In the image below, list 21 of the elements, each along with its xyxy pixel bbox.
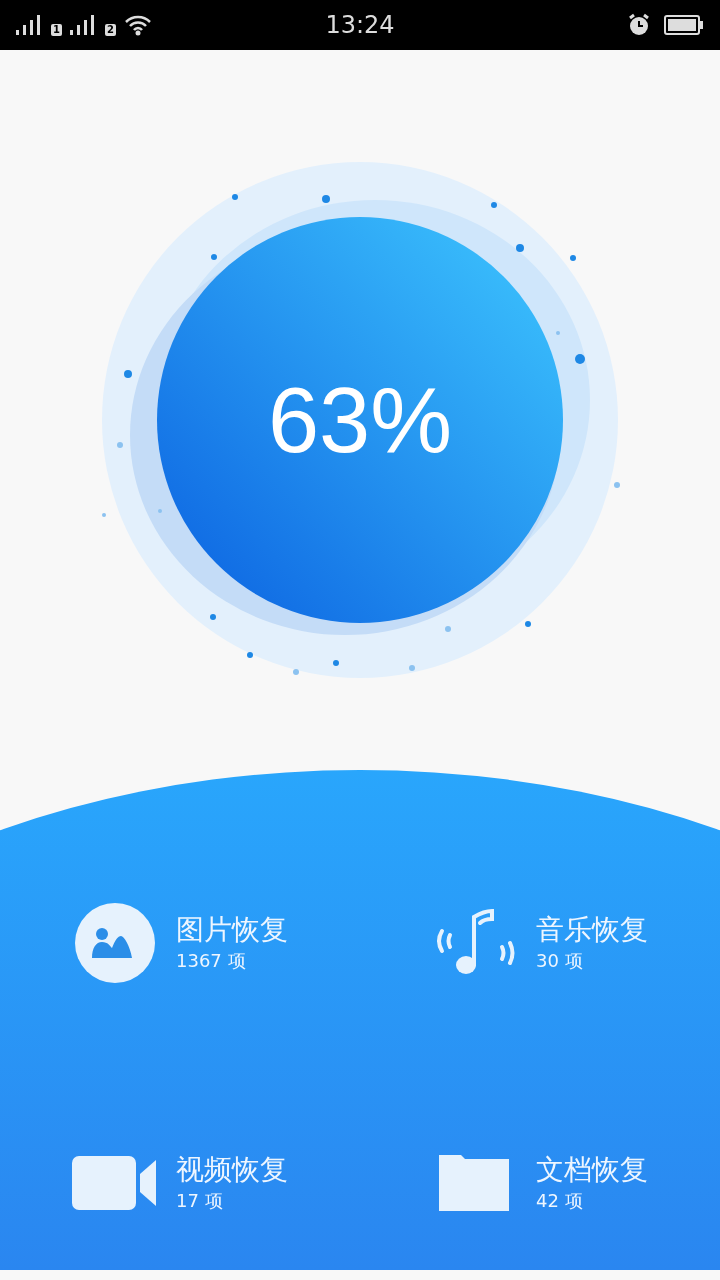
video-camera-icon [72, 1154, 158, 1212]
category-item[interactable]: 音乐恢复 30 项 [432, 898, 720, 988]
sim-number: 2 [104, 24, 116, 36]
category-title: 音乐恢复 [536, 912, 648, 948]
wifi-icon [123, 14, 152, 36]
sim-number: 1 [51, 24, 62, 36]
item-count: 42 项 [536, 1189, 584, 1213]
clock-time: 13:24 [325, 11, 395, 39]
category-title: 视频恢复 [176, 1152, 288, 1188]
category-item[interactable]: 视频恢复 17 项 [72, 1138, 432, 1228]
category-item[interactable]: 文档恢复 42 项 [432, 1138, 720, 1228]
photo-icon [74, 902, 156, 984]
category-title: 文档恢复 [536, 1152, 648, 1188]
folder-icon [439, 1153, 511, 1213]
category-title: 图片恢复 [176, 912, 288, 948]
item-count: 30 项 [536, 949, 584, 973]
item-count: 1367 项 [176, 949, 247, 973]
category-item[interactable]: 图片恢复 1367 项 [72, 898, 432, 988]
item-count: 17 项 [176, 1189, 224, 1213]
battery-icon [664, 14, 704, 36]
scan-percentage: 63% [267, 374, 453, 466]
